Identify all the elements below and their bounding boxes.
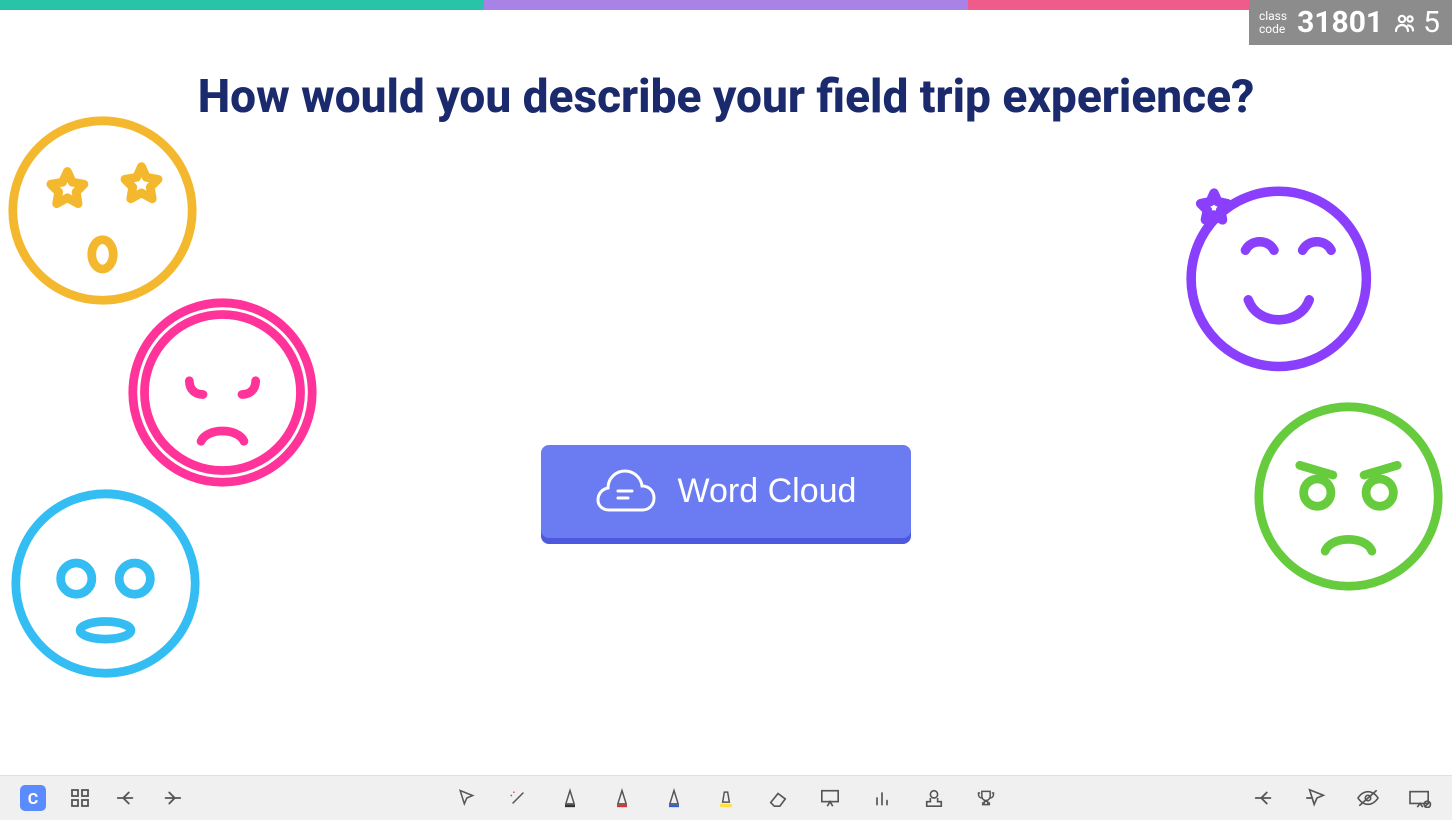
participant-count: 5 <box>1393 5 1440 40</box>
emoji-happy-star <box>1174 176 1374 376</box>
emoji-angry <box>1251 399 1446 594</box>
question-title: How would you describe your field trip e… <box>0 70 1452 124</box>
emoji-star-eyes <box>5 113 200 308</box>
arrow-left-icon[interactable] <box>1252 786 1276 810</box>
highlighter-icon[interactable] <box>714 786 738 810</box>
arrow-left-icon[interactable] <box>114 786 138 810</box>
cloud-icon <box>596 468 658 516</box>
emoji-sad <box>125 295 320 490</box>
app-logo[interactable]: C <box>20 785 46 811</box>
arrow-right-icon[interactable] <box>160 786 184 810</box>
wand-icon[interactable] <box>506 786 530 810</box>
eraser-icon[interactable] <box>766 786 790 810</box>
eye-off-icon[interactable] <box>1356 786 1380 810</box>
emoji-neutral <box>8 486 203 681</box>
pen-black-icon[interactable] <box>558 786 582 810</box>
whiteboard-icon[interactable] <box>818 786 842 810</box>
cursor-icon[interactable] <box>454 786 478 810</box>
class-code-label: class code <box>1259 10 1287 36</box>
poll-icon[interactable] <box>870 786 894 810</box>
class-code-value: 31801 <box>1297 5 1383 40</box>
word-cloud-button[interactable]: Word Cloud <box>541 445 911 538</box>
trophy-icon[interactable] <box>974 786 998 810</box>
pen-blue-icon[interactable] <box>662 786 686 810</box>
people-icon <box>1393 11 1417 35</box>
stamp-icon[interactable] <box>922 786 946 810</box>
pen-red-icon[interactable] <box>610 786 634 810</box>
grid-icon[interactable] <box>68 786 92 810</box>
projector-off-icon[interactable] <box>1408 786 1432 810</box>
class-code-badge[interactable]: class code 31801 5 <box>1249 0 1452 45</box>
word-cloud-label: Word Cloud <box>678 472 857 511</box>
cursor-go-icon[interactable] <box>1304 786 1328 810</box>
top-stripe <box>0 0 1452 10</box>
bottom-toolbar: C <box>0 775 1452 820</box>
